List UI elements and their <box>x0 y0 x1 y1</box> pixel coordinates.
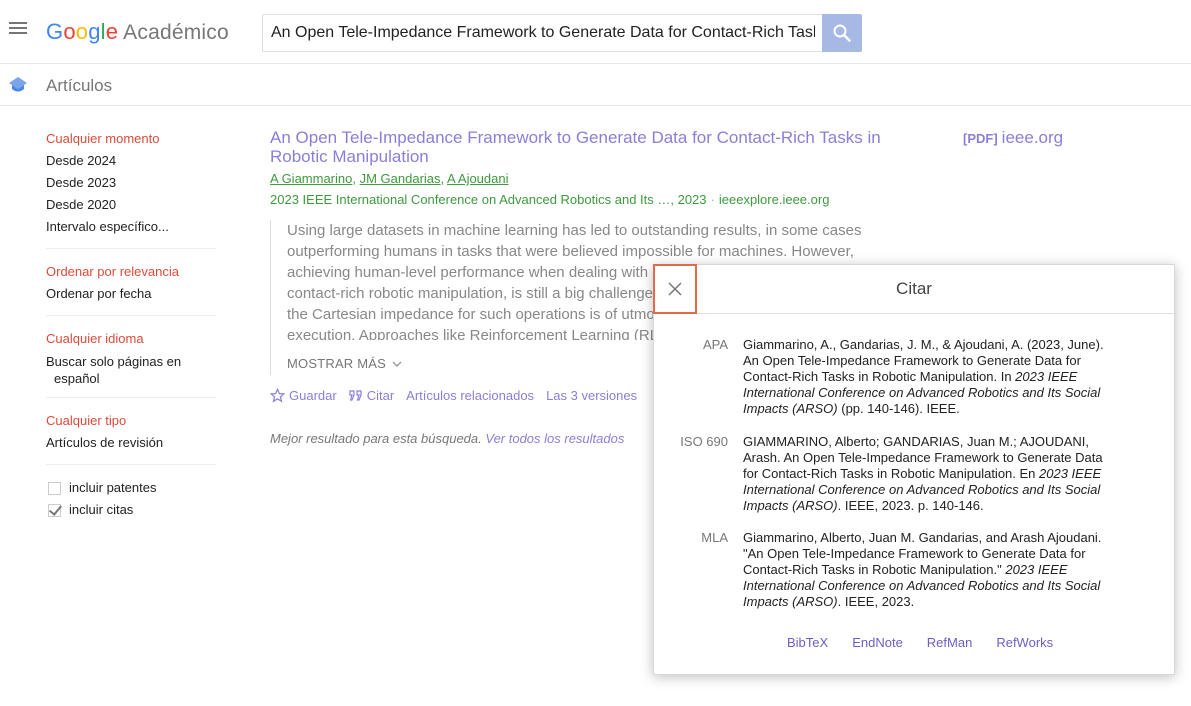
time-filter-group: Cualquier momento Desde 2024 Desde 2023 … <box>46 128 216 249</box>
type-group: Cualquier tipo Artículos de revisión <box>46 410 216 465</box>
sort-group: Ordenar por relevancia Ordenar por fecha <box>46 261 216 316</box>
save-label: Guardar <box>289 388 337 403</box>
bibtex-link[interactable]: BibTeX <box>787 635 828 650</box>
filter-custom-range[interactable]: Intervalo específico... <box>46 216 216 238</box>
result-venue: 2023 IEEE International Conference on Ad… <box>270 192 830 207</box>
pdf-link[interactable]: [PDF] ieee.org <box>963 128 1063 148</box>
scholar-logo[interactable]: Google Académico <box>46 18 229 47</box>
citation-mla: MLA Giammarino, Alberto, Juan M. Gandari… <box>654 530 1176 610</box>
filter-any-language[interactable]: Cualquier idioma <box>46 328 216 350</box>
citation-style-label: ISO 690 <box>680 434 728 449</box>
show-more-label: MOSTRAR MÁS <box>287 356 386 371</box>
source-domain: ieeexplore.ieee.org <box>718 192 830 207</box>
star-icon <box>270 388 285 403</box>
export-links: BibTeX EndNote RefMan RefWorks <box>787 635 1053 650</box>
chevron-down-icon <box>392 361 402 367</box>
search-icon <box>833 24 851 42</box>
citation-style-label: APA <box>702 337 728 352</box>
top-header: Google Académico <box>0 0 1191 64</box>
pdf-domain: ieee.org <box>1001 128 1064 147</box>
filter-any-type[interactable]: Cualquier tipo <box>46 410 216 432</box>
include-patents-label: incluir patentes <box>69 480 157 495</box>
filter-since-2023[interactable]: Desde 2023 <box>46 172 216 194</box>
mortarboard-icon[interactable] <box>8 75 28 95</box>
search-box <box>262 14 823 52</box>
cite-button[interactable]: Citar <box>349 388 394 403</box>
versions-link[interactable]: Las 3 versiones <box>546 388 637 403</box>
menu-icon[interactable] <box>7 20 29 42</box>
search-button[interactable] <box>822 14 862 52</box>
pdf-tag: [PDF] <box>963 131 998 146</box>
filter-since-2020[interactable]: Desde 2020 <box>46 194 216 216</box>
filter-spanish-label: Buscar solo páginas en <box>46 354 182 369</box>
filter-spanish-only[interactable]: Buscar solo páginas en español <box>46 350 216 387</box>
author-link[interactable]: A Ajoudani <box>447 171 508 186</box>
language-group: Cualquier idioma Buscar solo páginas en … <box>46 328 216 398</box>
best-result-text: Mejor resultado para esta búsqueda. <box>270 431 482 446</box>
include-citations-label: incluir citas <box>69 502 134 517</box>
refworks-link[interactable]: RefWorks <box>996 635 1053 650</box>
filter-review-articles[interactable]: Artículos de revisión <box>46 432 216 454</box>
citation-text[interactable]: Giammarino, A., Gandarias, J. M., & Ajou… <box>743 337 1113 417</box>
quote-icon <box>349 389 362 401</box>
citation-apa: APA Giammarino, A., Gandarias, J. M., & … <box>654 337 1176 417</box>
citation-text[interactable]: GIAMMARINO, Alberto; GANDARIAS, Juan M.;… <box>743 434 1113 514</box>
logo-product: Académico <box>123 21 229 44</box>
checkbox-box <box>48 481 61 495</box>
dialog-title: Citar <box>896 279 932 298</box>
include-citations-checkbox[interactable]: incluir citas <box>46 499 216 521</box>
sub-header: Artículos <box>0 64 1191 106</box>
sort-by-relevance[interactable]: Ordenar por relevancia <box>46 261 216 283</box>
author-link[interactable]: JM Gandarias <box>360 171 441 186</box>
cite-label: Citar <box>366 388 395 403</box>
see-all-results-link[interactable]: Ver todos los resultados <box>485 431 624 446</box>
result-authors: A Giammarino, JM Gandarias, A Ajoudani <box>270 171 509 186</box>
refman-link[interactable]: RefMan <box>927 635 973 650</box>
filter-since-2024[interactable]: Desde 2024 <box>46 150 216 172</box>
related-articles-link[interactable]: Artículos relacionados <box>406 388 534 403</box>
cite-dialog: Citar APA Giammarino, A., Gandarias, J. … <box>653 264 1175 675</box>
sort-by-date[interactable]: Ordenar por fecha <box>46 283 216 305</box>
citation-iso690: ISO 690 GIAMMARINO, Alberto; GANDARIAS, … <box>654 434 1176 514</box>
venue-text: 2023 IEEE International Conference on Ad… <box>270 192 707 207</box>
checkbox-group: incluir patentes incluir citas <box>46 477 216 521</box>
dialog-header: Citar <box>653 264 1174 314</box>
filters-sidebar: Cualquier momento Desde 2024 Desde 2023 … <box>46 128 216 521</box>
filter-any-time[interactable]: Cualquier momento <box>46 128 216 150</box>
author-link[interactable]: A Giammarino <box>270 171 352 186</box>
result-title-link[interactable]: An Open Tele-Impedance Framework to Gene… <box>270 128 910 166</box>
save-button[interactable]: Guardar <box>270 388 337 403</box>
filter-spanish-lang: español <box>54 371 100 386</box>
endnote-link[interactable]: EndNote <box>852 635 903 650</box>
search-input[interactable] <box>263 15 823 51</box>
citation-style-label: MLA <box>701 530 728 545</box>
section-title: Artículos <box>46 76 113 95</box>
citation-text[interactable]: Giammarino, Alberto, Juan M. Gandarias, … <box>743 530 1113 610</box>
checkbox-box-checked <box>48 503 61 517</box>
include-patents-checkbox[interactable]: incluir patentes <box>46 477 216 499</box>
